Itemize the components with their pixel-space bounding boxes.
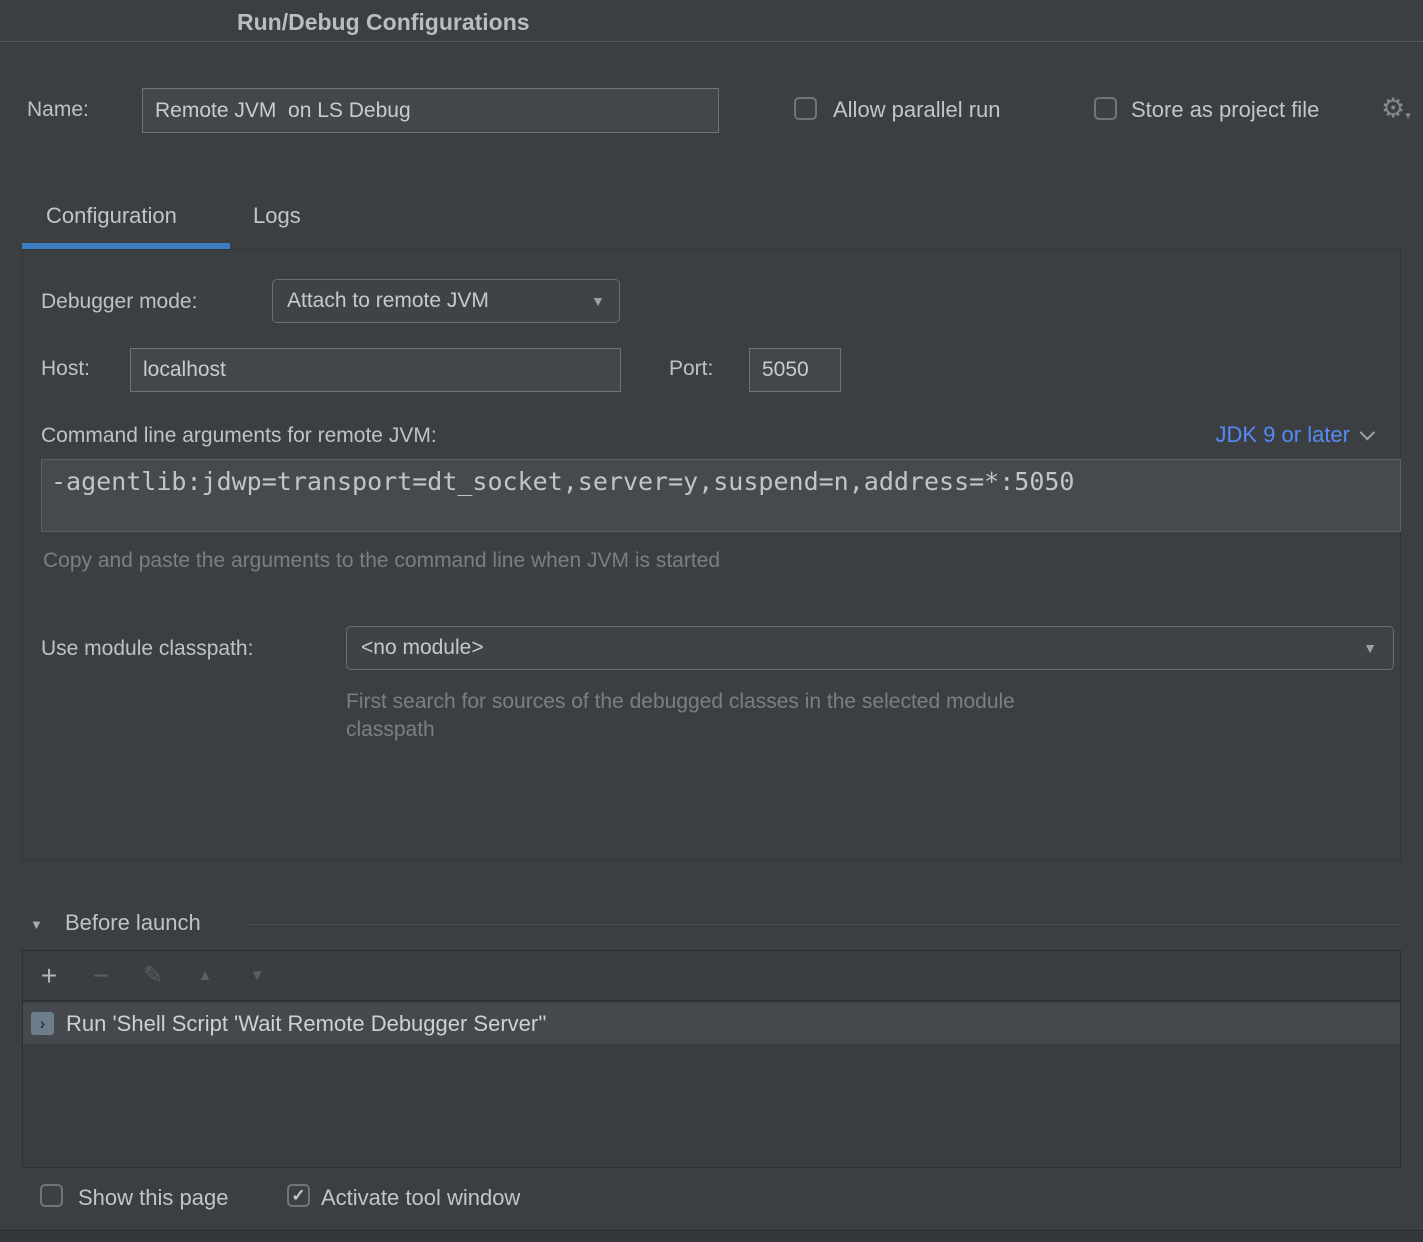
dialog-titlebar: Run/Debug Configurations <box>0 0 1423 42</box>
store-as-project-file-label: Store as project file <box>1131 97 1319 123</box>
before-launch-task-label: Run 'Shell Script 'Wait Remote Debugger … <box>66 1011 547 1037</box>
module-classpath-combobox[interactable]: <no module> ▼ <box>346 626 1394 670</box>
edit-task-button[interactable]: ✎ <box>127 951 179 1001</box>
chevron-down-icon <box>1360 424 1376 440</box>
chevron-down-icon: ▼ <box>1363 640 1377 656</box>
store-options-gear-icon[interactable]: ⚙▾ <box>1381 95 1411 122</box>
jdk-version-dropdown[interactable]: JDK 9 or later <box>1216 422 1371 448</box>
move-up-button[interactable]: ▲ <box>179 951 231 1001</box>
module-classpath-hint: First search for sources of the debugged… <box>346 688 1026 744</box>
tab-logs[interactable]: Logs <box>253 203 301 229</box>
cmd-args-textarea[interactable]: -agentlib:jdwp=transport=dt_socket,serve… <box>41 459 1401 532</box>
activate-tool-window-checkbox[interactable]: ✓ <box>287 1184 310 1207</box>
host-label: Host: <box>41 357 90 381</box>
before-launch-title: Before launch <box>65 910 201 936</box>
tab-configuration[interactable]: Configuration <box>46 203 177 229</box>
before-launch-list: + − ✎ ▲ ▼ › Run 'Shell Script 'Wait Remo… <box>22 950 1401 1168</box>
name-label: Name: <box>27 98 89 122</box>
port-label: Port: <box>669 357 713 381</box>
show-this-page-checkbox[interactable] <box>40 1184 63 1207</box>
before-launch-task-row[interactable]: › Run 'Shell Script 'Wait Remote Debugge… <box>23 1003 1400 1044</box>
remove-task-button[interactable]: − <box>75 951 127 1001</box>
debugger-mode-combobox[interactable]: Attach to remote JVM ▼ <box>272 279 620 323</box>
before-launch-section-header: ▼ Before launch <box>0 910 1423 940</box>
activate-tool-window-label: Activate tool window <box>321 1185 520 1211</box>
show-this-page-label: Show this page <box>78 1185 228 1211</box>
store-as-project-file-checkbox[interactable] <box>1094 97 1117 120</box>
cmd-args-hint: Copy and paste the arguments to the comm… <box>43 547 720 575</box>
before-launch-toolbar: + − ✎ ▲ ▼ <box>23 951 1400 1001</box>
run-shell-script-icon: › <box>31 1012 54 1035</box>
host-input[interactable]: localhost <box>130 348 621 392</box>
collapse-triangle-icon[interactable]: ▼ <box>30 917 43 932</box>
allow-parallel-run-label: Allow parallel run <box>833 97 1001 123</box>
section-divider <box>247 924 1401 925</box>
debugger-mode-label: Debugger mode: <box>41 290 197 314</box>
name-input[interactable]: Remote JVM on LS Debug <box>142 88 719 133</box>
bottom-bar <box>0 1230 1423 1242</box>
jdk-version-label: JDK 9 or later <box>1216 422 1351 448</box>
module-classpath-label: Use module classpath: <box>41 637 253 661</box>
port-input[interactable]: 5050 <box>749 348 841 392</box>
add-task-button[interactable]: + <box>23 951 75 1001</box>
chevron-down-icon: ▼ <box>591 293 605 309</box>
move-down-button[interactable]: ▼ <box>231 951 283 1001</box>
dialog-title: Run/Debug Configurations <box>237 9 530 36</box>
debugger-mode-value: Attach to remote JVM <box>287 289 489 313</box>
configuration-panel: Debugger mode: Attach to remote JVM ▼ Ho… <box>22 249 1401 860</box>
module-classpath-value: <no module> <box>361 636 484 660</box>
allow-parallel-run-checkbox[interactable] <box>794 97 817 120</box>
cmd-args-label: Command line arguments for remote JVM: <box>41 424 437 448</box>
